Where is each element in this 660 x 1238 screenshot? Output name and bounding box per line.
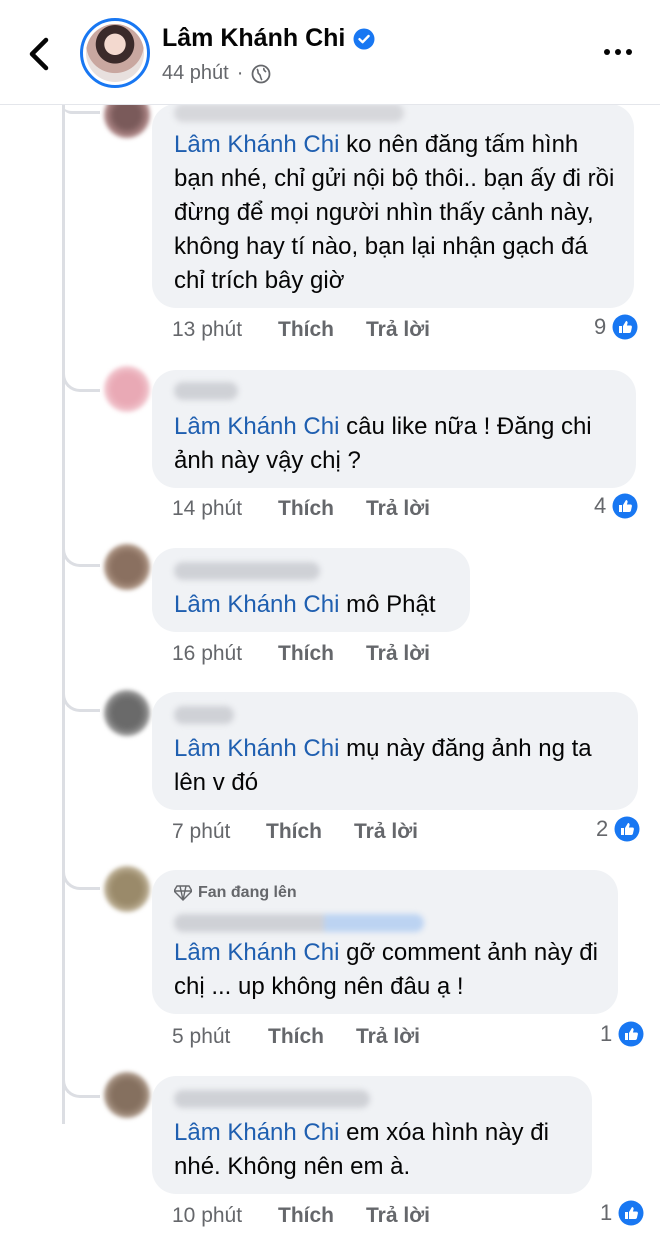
like-button[interactable]: Thích xyxy=(278,318,334,342)
commenter-avatar[interactable] xyxy=(104,366,150,412)
comment-actions: 5 phút Thích Trả lời xyxy=(172,1025,632,1053)
commenter-name-blurred[interactable] xyxy=(174,706,234,724)
comment-bubble: Fan đang lên Lâm Khánh Chi gỡ comment ản… xyxy=(152,870,618,1014)
reaction-count[interactable]: 9 xyxy=(594,314,638,340)
thread-connector xyxy=(62,1076,100,1098)
fan-badge: Fan đang lên xyxy=(174,884,297,902)
comment-text: Lâm Khánh Chi gỡ comment ảnh này đi chị … xyxy=(174,939,598,1000)
thread-line xyxy=(62,104,65,1124)
comment-time[interactable]: 14 phút xyxy=(172,497,242,521)
reaction-number: 9 xyxy=(594,314,607,339)
like-reaction-icon xyxy=(612,493,638,519)
reply-button[interactable]: Trả lời xyxy=(356,1025,420,1049)
comment-time[interactable]: 7 phút xyxy=(172,820,230,844)
comment-actions: 16 phút Thích Trả lời xyxy=(172,642,632,670)
mention-link[interactable]: Lâm Khánh Chi xyxy=(174,1119,339,1146)
like-button[interactable]: Thích xyxy=(266,820,322,844)
post-time[interactable]: 44 phút xyxy=(162,62,229,85)
post-meta: 44 phút · xyxy=(162,62,271,85)
thread-connector xyxy=(62,545,100,567)
comment-actions: 13 phút Thích Trả lời xyxy=(172,318,632,346)
reaction-count[interactable]: 1 xyxy=(600,1200,644,1226)
like-reaction-icon xyxy=(614,816,640,842)
comment-text: Lâm Khánh Chi mô Phật xyxy=(174,591,436,618)
reaction-number: 1 xyxy=(600,1021,613,1046)
comment-time[interactable]: 10 phút xyxy=(172,1204,242,1228)
comment-bubble: Lâm Khánh Chi em xóa hình này đi nhé. Kh… xyxy=(152,1076,592,1194)
commenter-name-blurred[interactable] xyxy=(174,382,238,400)
mention-link[interactable]: Lâm Khánh Chi xyxy=(174,591,339,618)
like-button[interactable]: Thích xyxy=(268,1025,324,1049)
commenter-avatar[interactable] xyxy=(104,544,150,590)
reaction-number: 2 xyxy=(596,816,609,841)
commenter-avatar[interactable] xyxy=(104,866,150,912)
mention-link[interactable]: Lâm Khánh Chi xyxy=(174,735,339,762)
meta-dot: · xyxy=(236,62,244,84)
thread-connector xyxy=(62,370,100,392)
author-name[interactable]: Lâm Khánh Chi xyxy=(162,24,345,53)
diamond-icon xyxy=(174,885,192,901)
commenter-avatar[interactable] xyxy=(104,1072,150,1118)
like-button[interactable]: Thích xyxy=(278,497,334,521)
reaction-count[interactable]: 1 xyxy=(600,1021,644,1047)
mention-link[interactable]: Lâm Khánh Chi xyxy=(174,939,339,966)
reaction-number: 1 xyxy=(600,1200,613,1225)
mention-link[interactable]: Lâm Khánh Chi xyxy=(174,413,339,440)
like-button[interactable]: Thích xyxy=(278,642,334,666)
commenter-name-blurred[interactable] xyxy=(174,1090,370,1108)
reply-button[interactable]: Trả lời xyxy=(366,1204,430,1228)
commenter-avatar[interactable] xyxy=(104,690,150,736)
commenter-name-blurred[interactable] xyxy=(174,914,424,932)
reply-button[interactable]: Trả lời xyxy=(366,318,430,342)
verified-icon xyxy=(353,28,375,49)
globe-icon xyxy=(252,64,271,83)
like-button[interactable]: Thích xyxy=(278,1204,334,1228)
comment-text: Lâm Khánh Chi ko nên đăng tấm hình bạn n… xyxy=(174,131,615,294)
comment-bubble: Lâm Khánh Chi mô Phật xyxy=(152,548,470,632)
author-avatar[interactable] xyxy=(80,18,150,88)
thread-connector xyxy=(62,104,100,114)
comment-bubble: Lâm Khánh Chi ko nên đăng tấm hình bạn n… xyxy=(152,104,634,308)
fan-badge-label: Fan đang lên xyxy=(198,884,297,901)
reply-button[interactable]: Trả lời xyxy=(354,820,418,844)
post-header: Lâm Khánh Chi 44 phút · xyxy=(0,0,660,105)
author-name-row[interactable]: Lâm Khánh Chi xyxy=(162,24,375,53)
comment-actions: 7 phút Thích Trả lời xyxy=(172,820,632,848)
thread-connector xyxy=(62,868,100,890)
like-reaction-icon xyxy=(618,1200,644,1226)
like-reaction-icon xyxy=(612,314,638,340)
reaction-count[interactable]: 4 xyxy=(594,493,638,519)
more-dots-icon[interactable] xyxy=(600,40,636,64)
commenter-name-blurred[interactable] xyxy=(174,562,320,580)
commenter-name-blurred[interactable] xyxy=(174,104,404,122)
comment-actions: 10 phút Thích Trả lời xyxy=(172,1204,632,1232)
back-arrow-icon[interactable] xyxy=(22,32,56,76)
comment-time[interactable]: 5 phút xyxy=(172,1025,230,1049)
comment-text: Lâm Khánh Chi em xóa hình này đi nhé. Kh… xyxy=(174,1119,549,1180)
thread-connector xyxy=(62,690,100,712)
comment-actions: 14 phút Thích Trả lời xyxy=(172,497,632,525)
reaction-number: 4 xyxy=(594,493,607,518)
mention-link[interactable]: Lâm Khánh Chi xyxy=(174,131,339,158)
reply-button[interactable]: Trả lời xyxy=(366,642,430,666)
comment-text: Lâm Khánh Chi câu like nữa ! Đăng chi ản… xyxy=(174,413,592,474)
comment-time[interactable]: 13 phút xyxy=(172,318,242,342)
comment-time[interactable]: 16 phút xyxy=(172,642,242,666)
comment-bubble: Lâm Khánh Chi câu like nữa ! Đăng chi ản… xyxy=(152,370,636,488)
comment-text: Lâm Khánh Chi mụ này đăng ảnh ng ta lên … xyxy=(174,735,592,796)
reaction-count[interactable]: 2 xyxy=(596,816,640,842)
reply-button[interactable]: Trả lời xyxy=(366,497,430,521)
like-reaction-icon xyxy=(618,1021,644,1047)
comment-bubble: Lâm Khánh Chi mụ này đăng ảnh ng ta lên … xyxy=(152,692,638,810)
